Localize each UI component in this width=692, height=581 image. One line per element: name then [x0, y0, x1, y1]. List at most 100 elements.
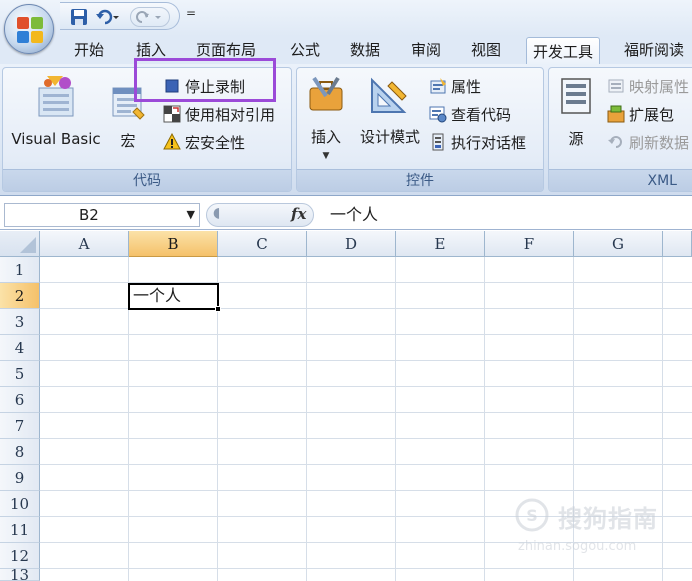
- macro-security-label: 宏安全性: [185, 133, 246, 152]
- formula-bar-tools: ◖ fx: [206, 203, 314, 227]
- run-dialog-label: 执行对话框: [451, 133, 527, 152]
- customize-toolbar-icon[interactable]: =: [186, 6, 196, 20]
- name-box-dropdown-icon[interactable]: ▼: [187, 204, 195, 226]
- formula-bar: B2 ▼ ◖ fx 一个人: [0, 200, 692, 230]
- macro-security-button[interactable]: 宏安全性: [163, 130, 245, 154]
- row-header-12[interactable]: 12: [0, 543, 40, 569]
- row-header-9[interactable]: 9: [0, 465, 40, 491]
- run-dialog-icon: [429, 133, 447, 151]
- undo-icon[interactable]: [94, 7, 122, 27]
- insert-dropdown-icon: ▼: [322, 151, 330, 161]
- row-header-10[interactable]: 10: [0, 491, 40, 517]
- row-header-1[interactable]: 1: [0, 257, 40, 283]
- visual-basic-icon: [38, 76, 74, 117]
- row-header-8[interactable]: 8: [0, 439, 40, 465]
- stop-recording-label: 停止录制: [185, 77, 246, 96]
- code-group-label: 代码: [3, 169, 291, 191]
- stop-square-icon: [163, 77, 181, 95]
- insert-controls-label: 插入: [310, 128, 341, 146]
- expansion-packs-label: 扩展包: [629, 105, 675, 124]
- ribbon: Visual Basic 宏 停止录制 使用相对引用 宏安全性 代码 插入 ▼ …: [0, 64, 692, 196]
- column-header-d[interactable]: D: [307, 231, 396, 257]
- view-code-icon: [429, 105, 447, 123]
- refresh-data-label: 刷新数据: [629, 133, 690, 152]
- tab-data[interactable]: 数据: [350, 36, 380, 64]
- row-header-11[interactable]: 11: [0, 517, 40, 543]
- row-header-3[interactable]: 3: [0, 309, 40, 335]
- office-button[interactable]: [4, 4, 54, 54]
- design-mode-icon: [371, 77, 407, 113]
- name-box[interactable]: B2 ▼: [4, 203, 200, 227]
- view-code-button[interactable]: 查看代码: [429, 102, 511, 126]
- name-box-value: B2: [79, 206, 99, 224]
- tab-review[interactable]: 审阅: [411, 36, 441, 64]
- properties-icon: [429, 77, 447, 95]
- view-code-label: 查看代码: [451, 105, 512, 124]
- save-icon[interactable]: [68, 7, 90, 27]
- tab-developer[interactable]: 开发工具: [526, 37, 601, 65]
- xml-source-label: 源: [568, 130, 584, 148]
- column-header-e[interactable]: E: [396, 231, 485, 257]
- controls-group-label: 控件: [297, 169, 543, 191]
- design-mode-label: 设计模式: [359, 128, 420, 146]
- xml-group: 源 映射属性 扩展包 刷新数据 XML: [548, 67, 692, 192]
- map-properties-button[interactable]: 映射属性: [607, 74, 689, 98]
- column-header-b[interactable]: B: [129, 231, 218, 257]
- relative-reference-icon: [163, 105, 181, 123]
- stop-recording-button[interactable]: 停止录制: [163, 74, 245, 98]
- row-header-13[interactable]: 13: [0, 569, 40, 581]
- use-relative-references-label: 使用相对引用: [185, 105, 276, 124]
- column-header-f[interactable]: F: [485, 231, 574, 257]
- active-cell-b2[interactable]: 一个人: [128, 283, 221, 312]
- ribbon-tabs: 开始 插入 页面布局 公式 数据 审阅 视图 开发工具 福昕阅读: [0, 36, 692, 65]
- worksheet-grid: A B C D E F G 1 2 3 4 5 6 7 8 9 10 11 12…: [0, 231, 692, 581]
- tab-view[interactable]: 视图: [471, 36, 501, 64]
- expansion-packs-icon: [607, 105, 625, 123]
- column-header-a[interactable]: A: [40, 231, 129, 257]
- macros-icon: [112, 87, 145, 120]
- active-cell-value: 一个人: [133, 286, 182, 305]
- select-all-button[interactable]: [0, 231, 40, 257]
- visual-basic-button[interactable]: Visual Basic: [7, 72, 105, 162]
- properties-button[interactable]: 属性: [429, 74, 481, 98]
- tab-page-layout[interactable]: 页面布局: [196, 36, 256, 64]
- use-relative-references-button[interactable]: 使用相对引用: [163, 102, 275, 126]
- map-properties-icon: [607, 77, 625, 95]
- row-header-6[interactable]: 6: [0, 387, 40, 413]
- xml-group-label: XML: [549, 169, 692, 191]
- toolbox-icon: [309, 76, 343, 111]
- column-header-c[interactable]: C: [218, 231, 307, 257]
- column-header-g[interactable]: G: [574, 231, 663, 257]
- tab-insert[interactable]: 插入: [136, 36, 166, 64]
- run-dialog-button[interactable]: 执行对话框: [429, 130, 526, 154]
- tab-formulas[interactable]: 公式: [290, 36, 320, 64]
- tab-foxit-reader[interactable]: 福昕阅读: [624, 36, 684, 64]
- expansion-packs-button[interactable]: 扩展包: [607, 102, 674, 126]
- properties-label: 属性: [451, 77, 482, 96]
- formula-bar-grip-icon[interactable]: ◖: [213, 205, 220, 221]
- macros-label: 宏: [120, 132, 136, 150]
- row-header-7[interactable]: 7: [0, 413, 40, 439]
- xml-source-button[interactable]: 源: [555, 72, 597, 162]
- warning-icon: [163, 132, 181, 151]
- macros-button[interactable]: 宏: [109, 72, 147, 162]
- insert-function-icon[interactable]: fx: [291, 205, 306, 223]
- title-bar: =: [0, 0, 692, 54]
- xml-source-icon: [561, 78, 591, 114]
- code-group: Visual Basic 宏 停止录制 使用相对引用 宏安全性 代码: [2, 67, 292, 192]
- office-logo-icon: [17, 17, 43, 43]
- row-header-4[interactable]: 4: [0, 335, 40, 361]
- design-mode-button[interactable]: 设计模式: [353, 72, 427, 162]
- column-header-h[interactable]: [663, 231, 692, 257]
- redo-icon[interactable]: [130, 7, 170, 27]
- formula-input[interactable]: 一个人: [318, 203, 692, 227]
- row-header-2[interactable]: 2: [0, 283, 40, 309]
- refresh-data-button[interactable]: 刷新数据: [607, 130, 689, 154]
- quick-access-toolbar: [60, 2, 180, 30]
- insert-controls-button[interactable]: 插入 ▼: [303, 72, 349, 168]
- visual-basic-label: Visual Basic: [11, 130, 101, 148]
- fill-handle[interactable]: [215, 306, 221, 312]
- tab-home[interactable]: 开始: [74, 36, 104, 64]
- row-header-5[interactable]: 5: [0, 361, 40, 387]
- controls-group: 插入 ▼ 设计模式 属性 查看代码 执行对话框 控件: [296, 67, 544, 192]
